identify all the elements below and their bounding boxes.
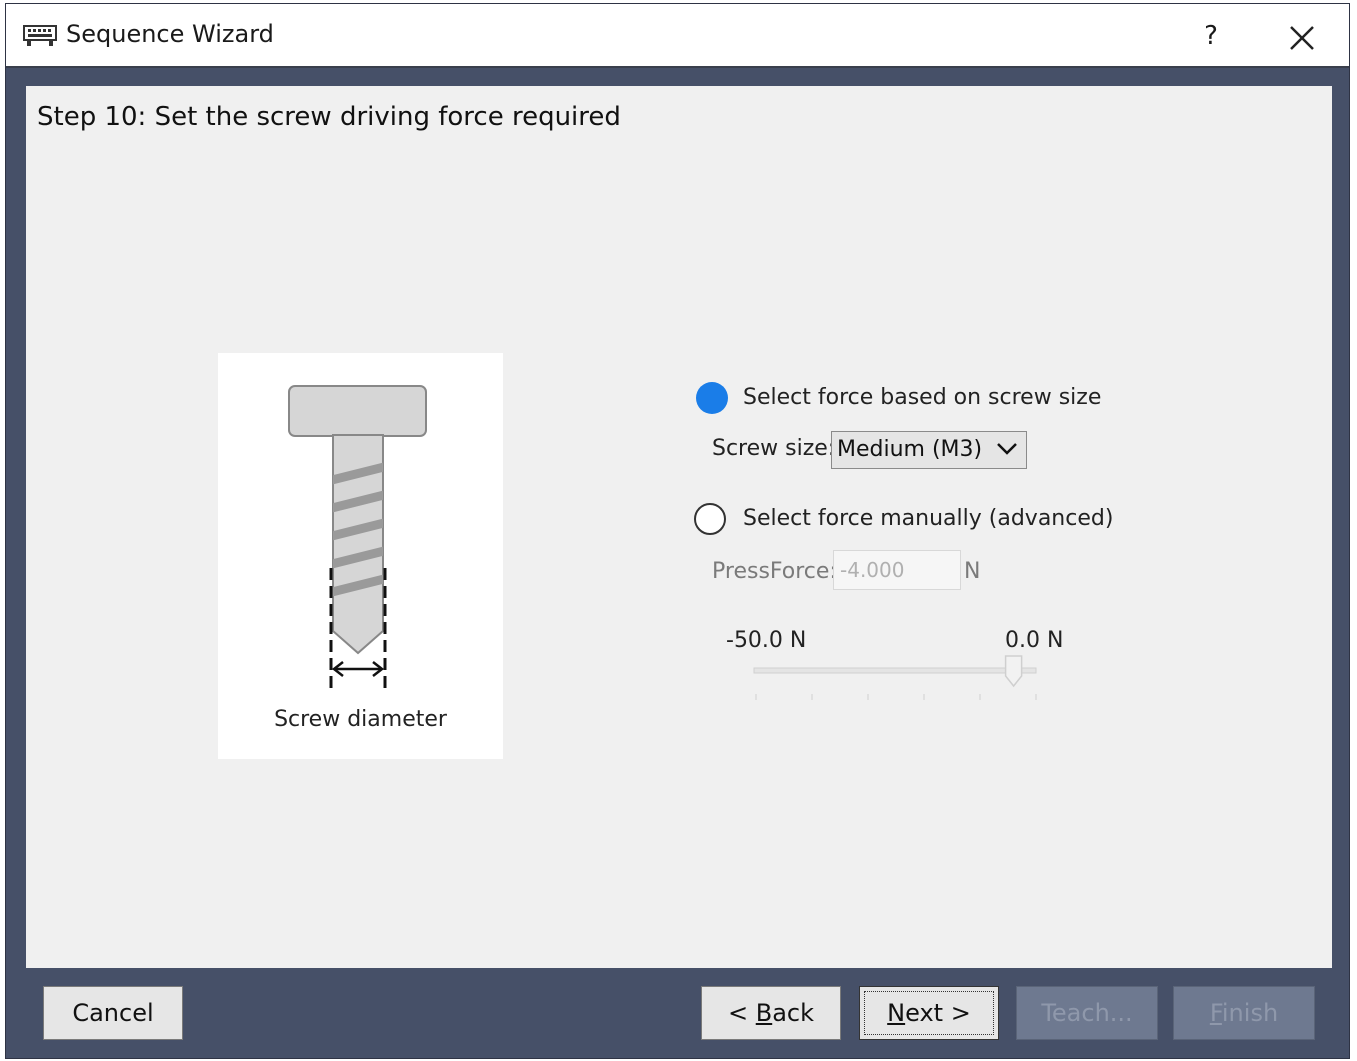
- back-mnemonic: B: [755, 999, 773, 1027]
- close-icon[interactable]: [1278, 16, 1324, 58]
- teach-button[interactable]: Teach...: [1016, 986, 1158, 1040]
- press-force-value: -4.000: [840, 558, 905, 582]
- screw-diagram: Screw diameter: [218, 353, 503, 759]
- radio-select-manual[interactable]: [694, 503, 726, 535]
- finish-button[interactable]: Finish: [1173, 986, 1315, 1040]
- chevron-down-icon: [997, 443, 1017, 455]
- press-force-input[interactable]: -4.000: [833, 550, 961, 590]
- screw-size-value: Medium (M3): [837, 437, 983, 462]
- press-force-slider[interactable]: [746, 646, 1076, 706]
- screw-size-label: Screw size:: [712, 436, 836, 461]
- step-title: Step 10: Set the screw driving force req…: [37, 102, 621, 132]
- screw-illustration: [288, 385, 427, 688]
- back-button[interactable]: < Back: [701, 986, 841, 1040]
- screw-size-dropdown[interactable]: Medium (M3): [831, 431, 1027, 469]
- wizard-page: Step 10: Set the screw driving force req…: [26, 86, 1332, 968]
- finish-mnemonic: F: [1209, 999, 1222, 1027]
- help-button[interactable]: ?: [1186, 14, 1236, 58]
- finish-rest: inish: [1221, 999, 1279, 1027]
- cancel-button[interactable]: Cancel: [43, 986, 183, 1040]
- next-button[interactable]: Next >: [859, 986, 999, 1040]
- option-manual-label[interactable]: Select force manually (advanced): [743, 506, 1113, 531]
- sequence-wizard-dialog: Sequence Wizard ? Step 10: Set the screw…: [5, 3, 1350, 1059]
- slider-thumb[interactable]: [1004, 655, 1023, 688]
- press-force-label: PressForce:: [712, 559, 837, 584]
- back-prefix: <: [727, 999, 756, 1027]
- app-keyboard-icon: [23, 25, 57, 46]
- back-rest: ack: [772, 999, 815, 1027]
- window-title: Sequence Wizard: [66, 20, 274, 48]
- title-bar: Sequence Wizard ?: [6, 4, 1349, 68]
- figure-caption: Screw diameter: [274, 707, 447, 732]
- press-force-unit: N: [964, 559, 981, 584]
- radio-select-by-size[interactable]: [696, 382, 728, 414]
- focus-rect: [864, 991, 994, 1035]
- option-by-size-label[interactable]: Select force based on screw size: [743, 385, 1101, 410]
